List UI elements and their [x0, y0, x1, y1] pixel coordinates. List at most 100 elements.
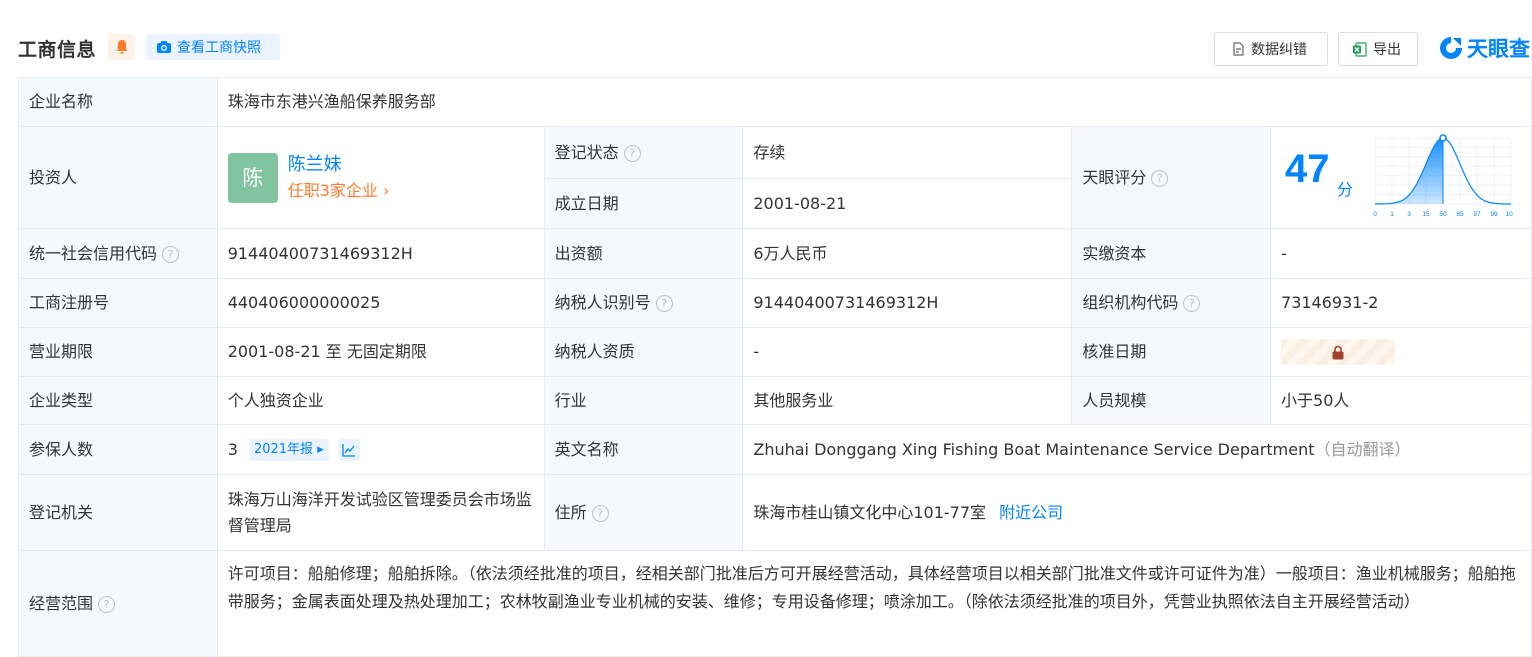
- bell-icon: [116, 40, 127, 54]
- insured-value: 3: [227, 439, 238, 459]
- table-row: 企业名称 珠海市东港兴渔船保养服务部: [18, 77, 1532, 127]
- reg-authority-value: 珠海万山海洋开发试验区管理委员会市场监督管理局: [216, 474, 545, 551]
- reg-status-label: 登记状态?: [543, 126, 744, 179]
- axis-tick-label: 1: [1390, 211, 1394, 218]
- trend-chart-icon: [342, 444, 355, 457]
- chevron-right-icon: ›: [377, 180, 390, 200]
- investor-cell: 陈 陈兰妹 任职3家企业 ›: [216, 126, 545, 229]
- export-button[interactable]: 导出: [1338, 32, 1418, 66]
- axis-tick-label: 0: [1373, 211, 1377, 218]
- snapshot-label: 查看工商快照: [177, 40, 261, 56]
- scope-label: 经营范围?: [18, 550, 218, 657]
- auto-translate-note: （自动翻译）: [1314, 439, 1411, 459]
- table-row: 统一社会信用代码? 91440400731469312H 出资额 6万人民币 实…: [18, 228, 1532, 279]
- score-number: 47: [1285, 146, 1330, 191]
- industry-label: 行业: [543, 376, 744, 425]
- table-row: 经营范围? 许可项目：船舶修理；船舶拆除。（依法须经批准的项目，经相关部门批准后…: [18, 550, 1532, 657]
- section-header: 工商信息 查看工商快照 数据纠错 导出 天眼查: [0, 0, 1532, 77]
- axis-tick-label: 99: [1490, 211, 1498, 218]
- scope-value: 许可项目：船舶修理；船舶拆除。（依法须经批准的项目，经相关部门批准后方可开展经营…: [216, 550, 1532, 657]
- industry-value: 其他服务业: [742, 376, 1073, 425]
- avatar: 陈: [227, 152, 278, 203]
- axis-tick-label: 3: [1407, 211, 1411, 218]
- english-name-label: 英文名称: [543, 424, 744, 475]
- reg-no-label: 工商注册号: [18, 278, 218, 328]
- help-icon[interactable]: ?: [1183, 295, 1201, 312]
- taxpayer-id-label: 纳税人识别号?: [543, 278, 744, 328]
- approve-date-label: 核准日期: [1071, 327, 1272, 377]
- help-icon[interactable]: ?: [162, 245, 180, 263]
- english-name-cell: Zhuhai Donggang Xing Fishing Boat Mainte…: [742, 424, 1532, 475]
- paid-capital-label: 实缴资本: [1071, 228, 1272, 279]
- excel-icon: [1353, 41, 1367, 57]
- org-code-label: 组织机构代码?: [1071, 278, 1272, 328]
- section-title: 工商信息: [18, 39, 97, 61]
- investor-name-link[interactable]: 陈兰妹: [288, 152, 390, 178]
- address-value: 珠海市桂山镇文化中心101-77室: [753, 502, 987, 522]
- correction-label: 数据纠错: [1251, 42, 1307, 58]
- logo-text: 天眼查: [1467, 37, 1530, 61]
- est-date-label: 成立日期: [543, 178, 744, 229]
- term-value: 2001-08-21 至 无固定期限: [216, 327, 545, 377]
- table-row: 工商注册号 440406000000025 纳税人识别号? 9144040073…: [18, 278, 1532, 328]
- paid-capital-value: -: [1270, 228, 1532, 279]
- reg-no-value: 440406000000025: [216, 278, 545, 328]
- investor-positions-link[interactable]: 任职3家企业 ›: [288, 178, 390, 204]
- staff-size-value: 小于50人: [1270, 376, 1532, 425]
- camera-icon: [157, 41, 171, 53]
- annual-report-tag[interactable]: 2021年报 ▸: [248, 439, 329, 461]
- score-marker-dot: [1439, 133, 1447, 142]
- insured-value-cell: 3 2021年报 ▸: [216, 424, 545, 475]
- lock-icon: [1332, 345, 1344, 360]
- tax-qual-label: 纳税人资质: [543, 327, 744, 377]
- english-name-value: Zhuhai Donggang Xing Fishing Boat Mainte…: [753, 439, 1315, 459]
- credit-code-value: 91440400731469312H: [216, 228, 545, 279]
- term-label: 营业期限: [18, 327, 218, 377]
- approve-date-value: [1270, 327, 1532, 377]
- help-icon[interactable]: ?: [623, 144, 641, 162]
- company-type-value: 个人独资企业: [216, 376, 545, 425]
- tianyancha-logo: 天眼查: [1438, 34, 1530, 62]
- taxpayer-id-value: 91440400731469312H: [742, 278, 1073, 328]
- company-name-value: 珠海市东港兴渔船保养服务部: [216, 77, 1532, 127]
- axis-tick-label: 15: [1422, 211, 1430, 218]
- business-info-table: 企业名称 珠海市东港兴渔船保养服务部 投资人 陈 陈兰妹 任职3家企业 › 登记…: [18, 77, 1532, 657]
- nearby-companies-link[interactable]: 附近公司: [999, 503, 1063, 522]
- document-edit-icon: [1233, 42, 1244, 56]
- credit-code-label: 统一社会信用代码?: [18, 228, 218, 279]
- axis-tick-label: 85: [1456, 211, 1464, 218]
- help-icon[interactable]: ?: [98, 595, 116, 613]
- address-cell: 珠海市桂山镇文化中心101-77室 附近公司: [742, 474, 1532, 551]
- company-type-label: 企业类型: [18, 376, 218, 425]
- table-row: 投资人 陈 陈兰妹 任职3家企业 › 登记状态? 存续 天眼评分? 47 分 0…: [18, 126, 1532, 229]
- address-label: 住所?: [543, 474, 744, 551]
- view-snapshot-button[interactable]: 查看工商快照: [146, 34, 280, 60]
- investor-label: 投资人: [18, 126, 218, 229]
- capital-label: 出资额: [543, 228, 744, 279]
- score-unit: 分: [1337, 179, 1354, 199]
- subscribe-bell-button[interactable]: [108, 34, 135, 60]
- tianyan-score-label: 天眼评分?: [1071, 126, 1272, 229]
- tianyan-score-cell[interactable]: 47 分 0 1 3 15 50 85 97 99 100: [1270, 126, 1532, 229]
- tianyancha-logo-icon: [1440, 37, 1462, 59]
- insured-label: 参保人数: [18, 424, 218, 475]
- capital-value: 6万人民币: [742, 228, 1073, 279]
- table-row: 参保人数 3 2021年报 ▸ 英文名称 Zhuhai Donggang Xin…: [18, 424, 1532, 475]
- help-icon[interactable]: ?: [1151, 169, 1169, 187]
- vip-lock-button[interactable]: [1281, 339, 1396, 366]
- caret-right-icon: ▸: [313, 442, 324, 457]
- export-label: 导出: [1373, 42, 1401, 58]
- reg-status-value: 存续: [742, 126, 1073, 179]
- axis-tick-label: 50: [1439, 211, 1447, 218]
- axis-tick-label: 100: [1506, 211, 1513, 218]
- table-row: 登记机关 珠海万山海洋开发试验区管理委员会市场监督管理局 住所? 珠海市桂山镇文…: [18, 474, 1532, 551]
- axis-tick-label: 97: [1473, 211, 1481, 218]
- tax-qual-value: -: [742, 327, 1073, 377]
- company-name-label: 企业名称: [18, 77, 218, 127]
- score-distribution-chart: 0 1 3 15 50 85 97 99 100: [1373, 133, 1513, 218]
- org-code-value: 73146931-2: [1270, 278, 1532, 328]
- help-icon[interactable]: ?: [591, 504, 609, 522]
- trend-chart-button[interactable]: [337, 439, 360, 461]
- data-correction-button[interactable]: 数据纠错: [1214, 32, 1328, 66]
- help-icon[interactable]: ?: [655, 295, 673, 312]
